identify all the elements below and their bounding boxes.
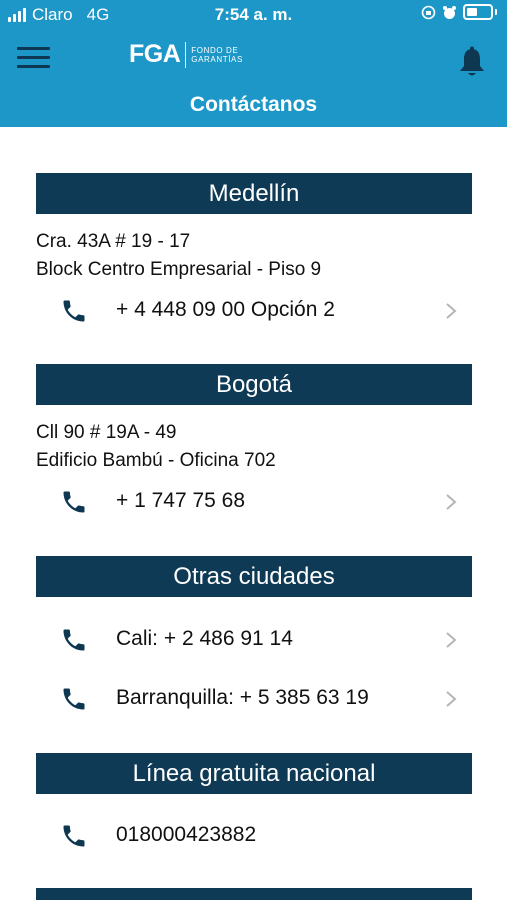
phone-icon: [63, 300, 85, 322]
phone-number: Cali: + 2 486 91 14: [116, 627, 293, 650]
phone-icon: [63, 688, 85, 710]
section-header-otras-ciudades: Otras ciudades: [36, 556, 472, 597]
battery-tip: [495, 9, 497, 15]
phone-number: 018000423882: [116, 823, 257, 846]
hamburger-menu-icon[interactable]: [17, 47, 50, 69]
phone-row-medellin[interactable]: + 4 448 09 00 Opción 2: [36, 287, 472, 335]
chevron-right-icon: [446, 691, 457, 707]
logo-separator: [185, 41, 187, 68]
section-header-medellin: Medellín: [36, 173, 472, 214]
phone-row-bogota[interactable]: + 1 747 75 68: [36, 478, 472, 526]
app-header: Claro 4G 7:54 a. m. FGA FONDO DE GARANTÍ…: [0, 0, 507, 127]
address-line-2: Edificio Bambú - Oficina 702: [36, 450, 276, 471]
phone-number: + 1 747 75 68: [116, 489, 246, 512]
logo-subtitle: FONDO DE GARANTÍAS: [191, 46, 243, 64]
orientation-lock-icon: [421, 5, 436, 19]
battery-icon: [463, 4, 493, 20]
logo-text: FGA: [129, 40, 181, 68]
phone-row-barranquilla[interactable]: Barranquilla: + 5 385 63 19: [36, 675, 472, 723]
fga-logo: FGA FONDO DE GARANTÍAS: [129, 40, 243, 69]
status-right: [421, 4, 497, 20]
logo-sub-line1: FONDO DE: [191, 45, 239, 55]
phone-number: Barranquilla: + 5 385 63 19: [116, 686, 369, 709]
logo-sub-line2: GARANTÍAS: [191, 54, 243, 64]
address-medellin: Cra. 43A # 19 - 17 Block Centro Empresar…: [36, 228, 321, 284]
section-header-bogota: Bogotá: [36, 364, 472, 405]
phone-number: + 4 448 09 00 Opción 2: [116, 298, 335, 321]
address-line-1: Cra. 43A # 19 - 17: [36, 231, 191, 252]
phone-row-cali[interactable]: Cali: + 2 486 91 14: [36, 616, 472, 664]
section-header-next: [36, 888, 472, 900]
status-bar: Claro 4G 7:54 a. m.: [0, 0, 507, 30]
chevron-right-icon: [446, 303, 457, 319]
chevron-right-icon: [446, 632, 457, 648]
phone-icon: [63, 825, 85, 847]
address-bogota: Cll 90 # 19A - 49 Edificio Bambú - Ofici…: [36, 419, 276, 475]
chevron-right-icon: [446, 494, 457, 510]
address-line-1: Cll 90 # 19A - 49: [36, 422, 177, 443]
page-title: Contáctanos: [189, 93, 318, 116]
section-header-linea-gratuita: Línea gratuita nacional: [36, 753, 472, 794]
bell-icon[interactable]: [457, 46, 487, 78]
alarm-icon: [443, 5, 456, 19]
address-line-2: Block Centro Empresarial - Piso 9: [36, 259, 322, 280]
phone-icon: [63, 491, 85, 513]
phone-row-linea-gratuita[interactable]: 018000423882: [36, 812, 472, 860]
phone-icon: [63, 629, 85, 651]
